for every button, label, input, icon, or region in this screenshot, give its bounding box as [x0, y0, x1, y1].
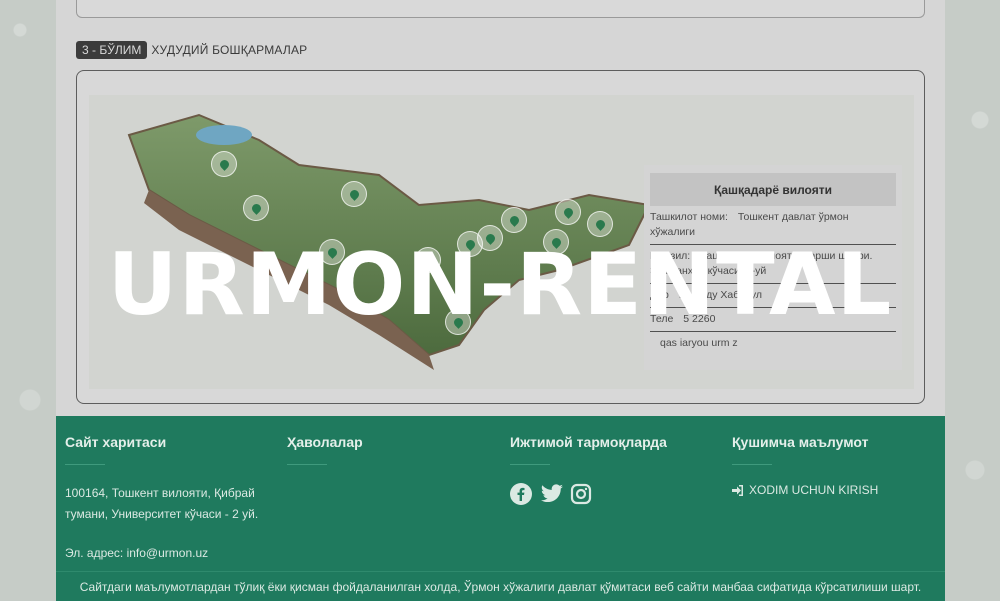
social-links [510, 483, 720, 505]
footer-title: Қушимча маълумот [732, 434, 869, 450]
map-pin-icon[interactable] [341, 181, 367, 207]
watermark-overlay: URMON-RENTAL [107, 235, 893, 335]
divider [287, 464, 327, 465]
divider [65, 464, 105, 465]
footer-title: Ижтимой тармоқларда [510, 434, 667, 450]
section-title: ХУДУДИЙ БОШҚАРМАЛАР [151, 43, 308, 57]
footer-col-links: Ҳаволалар [287, 434, 497, 483]
footer-address: 100164, Тошкент вилояти, Қибрай тумани, … [65, 486, 259, 521]
info-key: Ташкилот номи: [650, 211, 728, 223]
section-badge: 3 - БЎЛИМ [76, 41, 148, 59]
divider [510, 464, 550, 465]
site-footer: Сайт харитаси 100164, Тошкент вилояти, Қ… [56, 416, 945, 601]
section-header: 3 - БЎЛИМ ХУДУДИЙ БОШҚАРМАЛАР [76, 41, 307, 59]
facebook-icon[interactable] [510, 483, 532, 505]
twitter-icon[interactable] [540, 483, 563, 505]
footer-title: Сайт харитаси [65, 434, 167, 450]
footer-col-social: Ижтимой тармоқларда [510, 434, 720, 505]
map-pin-icon[interactable] [501, 207, 527, 233]
previous-section-card [76, 0, 925, 18]
staff-login-link[interactable]: XODIM UCHUN KIRISH [732, 483, 942, 497]
copyright-notice: Сайтдаги маълумотлардан тўлиқ ёки қисман… [56, 571, 945, 601]
footer-col-sitemap: Сайт харитаси 100164, Тошкент вилояти, Қ… [65, 434, 275, 564]
sign-in-icon [732, 484, 743, 496]
map-pin-icon[interactable] [555, 199, 581, 225]
info-row-email: qas iaryou urm z [650, 332, 896, 355]
divider [732, 464, 772, 465]
footer-col-extra: Қушимча маълумот XODIM UCHUN KIRISH [732, 434, 942, 497]
footer-email[interactable]: Эл. адрес: info@urmon.uz [65, 543, 275, 564]
map-pin-icon[interactable] [587, 211, 613, 237]
map-pin-icon[interactable] [243, 195, 269, 221]
staff-login-label: XODIM UCHUN KIRISH [749, 483, 879, 497]
map-pin-icon[interactable] [211, 151, 237, 177]
instagram-icon[interactable] [570, 483, 592, 505]
info-value: qas iaryou urm z [660, 337, 738, 349]
footer-title: Ҳаволалар [287, 434, 363, 450]
region-title: Қашқадарё вилояти [650, 173, 896, 206]
